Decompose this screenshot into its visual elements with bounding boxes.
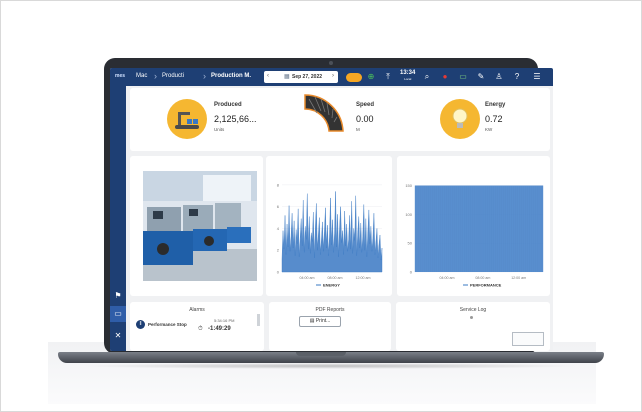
date-picker[interactable]: ‹ ▦ Sep 27, 2022 › <box>264 71 338 83</box>
user-icon[interactable]: ♙ <box>494 72 504 82</box>
performance-chart-card: 0 50 100 150 04:00 am 08:00 am 12:00 am PERFORM… <box>397 156 550 296</box>
service-log-title: Service Log <box>459 307 487 313</box>
laptop-notch <box>296 352 346 356</box>
y-tick-label: 100 <box>405 212 412 217</box>
y-tick-label: 4 <box>277 226 280 231</box>
upload-icon[interactable]: ⤒ <box>383 72 393 82</box>
energy-chart: 0 2 4 6 8 04:00 am 08:00 am 12:00 am ENERGY <box>277 182 383 288</box>
service-log-card: Service Log <box>396 302 550 351</box>
x-tick-label: 12:00 am <box>356 276 371 280</box>
top-bar: mes Mac › Producti › Production M. ‹ ▦ S… <box>110 68 553 86</box>
alarms-title: Alarms <box>189 307 205 313</box>
y-tick-label: 8 <box>277 182 280 187</box>
y-tick-label: 0 <box>410 270 413 275</box>
camera-icon <box>329 61 333 65</box>
kpi-value: 0.00 <box>356 114 374 124</box>
date-prev-button[interactable]: ‹ <box>267 73 269 79</box>
status-pill-icon[interactable] <box>346 73 362 82</box>
monitor-icon[interactable]: ▭ <box>458 72 468 82</box>
machine-photo-card <box>130 156 263 296</box>
pdf-reports-card: PDF Reports ▤ Print... <box>269 302 391 351</box>
y-tick-label: 150 <box>405 183 412 188</box>
breadcrumb-item[interactable]: Producti <box>162 73 184 79</box>
series-area-energy <box>281 191 383 273</box>
log-entry-box[interactable] <box>512 332 544 346</box>
y-tick-label: 6 <box>277 204 280 209</box>
kpi-unit: KW <box>485 127 493 132</box>
calendar-icon: ▦ <box>284 74 290 80</box>
chevron-right-icon: › <box>203 71 206 81</box>
alarm-duration: -1:49:29 <box>208 326 231 332</box>
pdf-reports-title: PDF Reports <box>315 307 345 313</box>
kpi-name: Speed <box>356 102 375 108</box>
x-tick-label: 08:00 am <box>475 276 490 280</box>
print-label: Print... <box>315 318 331 324</box>
search-icon[interactable]: ⌕ <box>422 72 432 82</box>
x-tick-label: 08:00 am <box>328 276 343 280</box>
breadcrumb-current[interactable]: Production M. <box>211 73 251 79</box>
series-area-performance <box>415 185 543 272</box>
scrollbar[interactable] <box>257 314 260 326</box>
pause-icon: ‖ <box>136 320 145 329</box>
kpi-unit: M <box>356 127 360 132</box>
dot-icon <box>470 316 473 319</box>
alert-icon[interactable]: ● <box>440 72 450 82</box>
y-tick-label: 2 <box>277 248 280 253</box>
x-tick-label: 12:00 am <box>511 276 526 280</box>
legend-label: ENERGY <box>323 283 340 288</box>
alarm-label[interactable]: Performance Stop <box>148 322 187 327</box>
timer-icon: ⏱ <box>198 326 203 332</box>
laptop-shadow <box>80 363 580 369</box>
date-next-button[interactable]: › <box>332 73 334 79</box>
x-tick-label: 04:00 am <box>440 276 455 280</box>
kpi-unit: Units <box>214 127 225 132</box>
flag-icon[interactable]: ⚑ <box>110 288 126 304</box>
kpi-name: Energy <box>485 102 506 108</box>
legend-label: PERFORMANCE <box>470 283 502 288</box>
clock: 13:34 Local <box>400 70 415 82</box>
date-value: Sep 27, 2022 <box>292 74 323 80</box>
x-tick-label: 04:00 am <box>300 276 315 280</box>
plus-circle-icon[interactable]: ⊕ <box>366 72 376 82</box>
pen-icon[interactable]: ✎ <box>476 72 486 82</box>
help-icon[interactable]: ? <box>512 72 522 82</box>
alarms-card: Alarms ‖ Performance Stop 5:34:16 PM ⏱ -… <box>130 302 264 351</box>
alarm-time: 5:34:16 PM <box>214 318 235 323</box>
kpi-value: 2,125,66... <box>214 114 257 124</box>
app-logo: mes <box>115 73 126 79</box>
chevron-right-icon: › <box>154 71 157 81</box>
dashboard-screen: mes Mac › Producti › Production M. ‹ ▦ S… <box>110 68 553 351</box>
kpi-name: Produced <box>214 102 242 108</box>
kpi-row: Produced 2,125,66... Units Speed 0.00 M … <box>130 88 550 151</box>
lightbulb-icon <box>440 99 480 139</box>
energy-chart-card: 0 2 4 6 8 04:00 am 08:00 am 12:00 am ENERGY <box>266 156 392 296</box>
y-tick-label: 50 <box>408 241 413 246</box>
clock-zone: Local <box>404 77 412 81</box>
speed-gauge-icon <box>303 93 349 133</box>
conveyor-icon <box>167 99 207 139</box>
tools-icon[interactable]: ✕ <box>110 328 126 344</box>
performance-chart: 0 50 100 150 04:00 am 08:00 am 12:00 am PERFORM… <box>405 183 544 288</box>
kpi-value: 0.72 <box>485 114 503 124</box>
breadcrumb-item[interactable]: Mac <box>136 73 147 79</box>
menu-icon[interactable]: ☰ <box>532 72 542 82</box>
laptop-icon[interactable]: ▭ <box>110 306 126 322</box>
y-tick-label: 0 <box>277 270 280 275</box>
factory-machine-image <box>143 171 257 281</box>
print-button[interactable]: ▤ Print... <box>299 316 341 327</box>
sidebar: ⚑ ▭ ✕ <box>110 86 126 351</box>
